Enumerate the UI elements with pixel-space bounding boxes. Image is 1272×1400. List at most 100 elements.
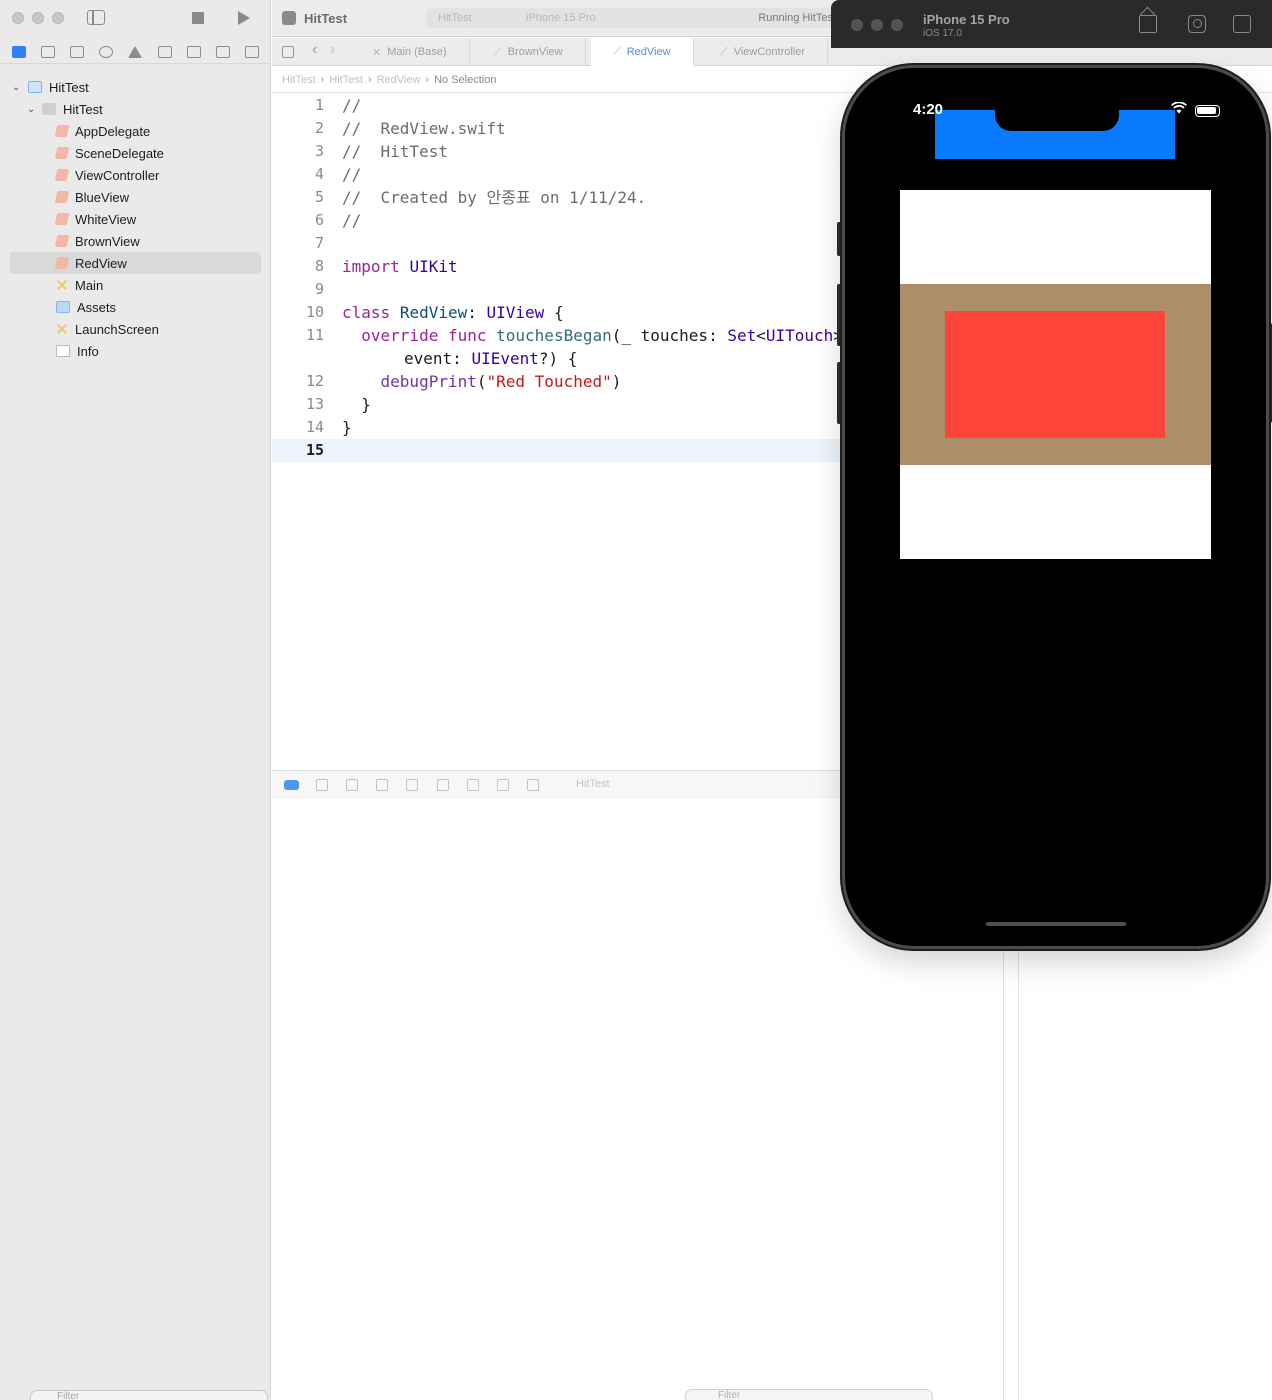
minimize-window-button[interactable] [32, 12, 44, 24]
line-number: 12 [305, 372, 324, 390]
home-indicator[interactable] [986, 922, 1126, 926]
code-line: 12 debugPrint("Red Touched") [272, 370, 844, 393]
simulator-screen[interactable]: 4:20 [857, 80, 1254, 934]
code-line: 14 } [272, 416, 844, 439]
line-number: 15 [305, 441, 324, 459]
bookmark-icon[interactable] [70, 45, 85, 58]
tab-main-base[interactable]: ✕ Main (Base) [350, 38, 470, 66]
tree-item-label: ViewController [75, 167, 160, 183]
find-icon[interactable] [99, 45, 114, 58]
project-icon [28, 81, 42, 93]
step-out-icon[interactable] [406, 779, 418, 791]
rotate-icon[interactable] [1233, 15, 1251, 33]
simulator-traffic-lights [851, 19, 903, 31]
tree-item-file[interactable]: BlueView [0, 186, 271, 208]
tree-item-file[interactable]: BrownView [0, 230, 271, 252]
tree-item-file[interactable]: Main [0, 274, 271, 296]
pause-icon[interactable] [316, 779, 328, 791]
toggle-sidebar-icon[interactable] [87, 10, 105, 25]
tree-item-file-selected[interactable]: RedView [10, 252, 261, 274]
tree-item-group[interactable]: ⌄ HitTest [0, 98, 271, 120]
tree-item-project[interactable]: ⌄ HitTest [0, 76, 271, 98]
source-control-icon[interactable] [40, 45, 55, 58]
stop-icon[interactable] [192, 12, 204, 24]
back-arrow-icon[interactable]: ‹ [312, 41, 317, 59]
breakpoint-icon[interactable] [216, 45, 231, 58]
forward-arrow-icon[interactable]: › [330, 41, 335, 59]
test-diamond-icon[interactable] [157, 45, 172, 58]
chevron-down-icon[interactable]: ⌄ [12, 82, 20, 93]
issue-warning-icon[interactable] [128, 45, 143, 58]
line-number: 14 [305, 418, 324, 436]
swift-file-icon: ⟋ [613, 45, 621, 58]
simulate-location-icon[interactable] [527, 779, 539, 791]
simulator-titlebar: iPhone 15 Pro iOS 17.0 [831, 0, 1272, 48]
code-text: class RedView: UIView { [342, 303, 564, 322]
inspector-divider [1018, 950, 1019, 1400]
tree-item-label: RedView [75, 255, 127, 271]
code-line: 6 // [272, 209, 844, 232]
tree-item-file[interactable]: Info [0, 340, 271, 362]
minimize-window-button[interactable] [871, 19, 883, 31]
report-icon[interactable] [245, 45, 260, 58]
swift-file-icon [54, 125, 70, 137]
zoom-window-button[interactable] [891, 19, 903, 31]
code-line: 10 class RedView: UIView { [272, 301, 844, 324]
code-line: 4 // [272, 163, 844, 186]
home-icon[interactable] [1139, 15, 1157, 33]
navigator-filter-field[interactable]: Filter [30, 1390, 268, 1400]
hide-debug-area-icon[interactable] [284, 780, 299, 790]
chevron-right-icon: › [320, 73, 325, 86]
red-view[interactable] [945, 311, 1165, 438]
breadcrumb-file[interactable]: RedView [377, 74, 421, 86]
breadcrumb-project[interactable]: HitTest [282, 74, 316, 86]
source-editor[interactable]: 1 // 2 // RedView.swift 3 // HitTest 4 /… [272, 94, 844, 770]
swift-file-icon [54, 147, 70, 159]
tree-item-file[interactable]: Assets [0, 296, 271, 318]
screenshot-camera-icon[interactable] [1188, 15, 1206, 33]
scheme-selector[interactable]: HitTest [438, 12, 472, 24]
swift-file-icon [54, 257, 70, 269]
tab-label: RedView [626, 46, 671, 58]
tree-item-file[interactable]: AppDelegate [0, 120, 271, 142]
code-line: 9 [272, 278, 844, 301]
environment-overrides-icon[interactable] [497, 779, 509, 791]
tab-redview[interactable]: ⟋ RedView [591, 38, 694, 66]
tab-viewcontroller[interactable]: ⟋ ViewController [698, 38, 829, 66]
project-navigator-icon[interactable] [11, 45, 26, 58]
related-items-icon[interactable] [282, 46, 294, 58]
code-text: import UIKit [342, 257, 458, 276]
run-destination[interactable]: iPhone 15 Pro [526, 12, 596, 24]
code-line: 8 import UIKit [272, 255, 844, 278]
close-window-button[interactable] [12, 12, 24, 24]
code-text: // [342, 211, 362, 230]
storyboard-icon: ✕ [372, 46, 382, 59]
console-filter-field[interactable]: Filter [685, 1389, 933, 1400]
memory-graph-icon[interactable] [467, 779, 479, 791]
battery-icon [1195, 105, 1220, 117]
breadcrumb-selection[interactable]: No Selection [434, 74, 496, 86]
console-divider [1003, 950, 1004, 1400]
tab-label: ViewController [733, 46, 806, 58]
line-number: 8 [314, 257, 324, 275]
tree-item-file[interactable]: LaunchScreen [0, 318, 271, 340]
wifi-icon [1171, 102, 1187, 114]
tree-item-file[interactable]: ViewController [0, 164, 271, 186]
breadcrumb-group[interactable]: HitTest [329, 74, 363, 86]
tab-brownview[interactable]: ⟋ BrownView [472, 38, 586, 66]
tree-item-file[interactable]: SceneDelegate [0, 142, 271, 164]
tree-item-file[interactable]: WhiteView [0, 208, 271, 230]
debug-icon[interactable] [186, 45, 201, 58]
activity-viewer[interactable]: HitTest iPhone 15 Pro Running HitTest [426, 8, 846, 28]
step-over-icon[interactable] [346, 779, 358, 791]
chevron-down-icon[interactable]: ⌄ [27, 104, 35, 115]
view-debugger-icon[interactable] [437, 779, 449, 791]
tab-label: BrownView [507, 46, 563, 58]
close-window-button[interactable] [851, 19, 863, 31]
zoom-window-button[interactable] [52, 12, 64, 24]
dynamic-island [995, 104, 1119, 131]
assets-icon [56, 301, 70, 313]
step-into-icon[interactable] [376, 779, 388, 791]
line-number: 11 [305, 326, 324, 344]
run-icon[interactable] [238, 11, 250, 25]
